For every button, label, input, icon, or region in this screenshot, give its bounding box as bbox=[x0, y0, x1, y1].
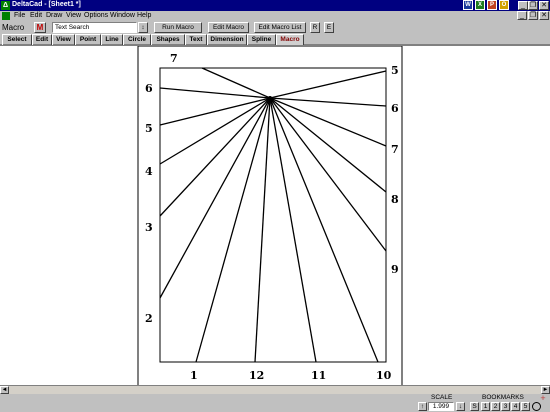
e-button[interactable]: E bbox=[324, 22, 334, 33]
scale-value[interactable]: 1.999 bbox=[428, 402, 454, 411]
status-bar: SCALE ↑ 1.999 ↓ BOOKMARKS S 1 2 3 4 5 + bbox=[0, 394, 550, 412]
bottom-hour-label: 11 bbox=[311, 369, 326, 382]
left-hour-label: 3 bbox=[145, 221, 153, 234]
menu-view[interactable]: View bbox=[66, 12, 81, 19]
macro-dropdown-arrow[interactable]: ↕ bbox=[138, 22, 148, 33]
title-bar[interactable]: Δ DeltaCad - [Sheet1 *] W X P O _ ❐ ✕ bbox=[0, 0, 550, 11]
excel-icon[interactable]: X bbox=[475, 0, 485, 10]
macro-icon[interactable]: M bbox=[34, 22, 46, 33]
tab-dimension[interactable]: Dimension bbox=[207, 34, 247, 45]
bottom-hour-label: 10 bbox=[376, 369, 392, 382]
mdi-restore-button[interactable]: ❐ bbox=[528, 11, 538, 20]
tab-spline[interactable]: Spline bbox=[247, 34, 276, 45]
sundial-drawing: 7 6 5 4 3 2 5 6 7 8 9 1 12 11 10 bbox=[137, 46, 403, 386]
scale-up-button[interactable]: ↑ bbox=[418, 402, 427, 411]
scale-down-button[interactable]: ↓ bbox=[456, 402, 465, 411]
menu-draw[interactable]: Draw bbox=[46, 12, 62, 19]
tab-text[interactable]: Text bbox=[185, 34, 207, 45]
close-button[interactable]: ✕ bbox=[539, 1, 549, 10]
mdi-minimize-button[interactable]: _ bbox=[517, 11, 527, 20]
left-hour-label: 6 bbox=[145, 82, 153, 95]
tab-macro[interactable]: Macro bbox=[276, 34, 304, 45]
window-title: DeltaCad - [Sheet1 *] bbox=[12, 1, 81, 8]
cursor-crosshair-icon: + bbox=[540, 393, 546, 403]
right-hour-label: 9 bbox=[391, 263, 399, 276]
right-hour-label: 8 bbox=[391, 193, 399, 206]
macro-label: Macro bbox=[2, 23, 25, 32]
macro-toolbar: Macro M Text Search ↕ Run Macro Edit Mac… bbox=[0, 21, 550, 34]
left-hour-label: 4 bbox=[145, 165, 153, 178]
macro-select[interactable]: Text Search bbox=[52, 22, 137, 33]
tab-point[interactable]: Point bbox=[75, 34, 101, 45]
scale-label: SCALE bbox=[431, 394, 453, 401]
menu-help[interactable]: Help bbox=[137, 12, 151, 19]
menu-bar: File Edit Draw View Options Window Help … bbox=[0, 11, 550, 21]
word-icon[interactable]: W bbox=[463, 0, 473, 10]
r-button[interactable]: R bbox=[310, 22, 320, 33]
minimize-button[interactable]: _ bbox=[518, 1, 528, 10]
hour-label-top: 7 bbox=[170, 52, 178, 65]
tab-line[interactable]: Line bbox=[101, 34, 123, 45]
deltacad-logo-icon: Δ bbox=[1, 1, 10, 10]
document-icon bbox=[2, 12, 10, 20]
left-hour-label: 2 bbox=[145, 312, 153, 325]
bottom-hour-label: 1 bbox=[190, 369, 198, 382]
tab-select[interactable]: Select bbox=[2, 34, 32, 45]
edit-macro-list-button[interactable]: Edit Macro List bbox=[254, 22, 306, 33]
tab-shapes[interactable]: Shapes bbox=[151, 34, 185, 45]
edit-macro-button[interactable]: Edit Macro bbox=[208, 22, 249, 33]
menu-window[interactable]: Window bbox=[110, 12, 135, 19]
bottom-hour-label: 12 bbox=[249, 369, 264, 382]
horizontal-scrollbar[interactable]: ◄ ► bbox=[0, 385, 550, 394]
bookmark-3-button[interactable]: 3 bbox=[501, 402, 510, 411]
gnomon-center bbox=[268, 96, 272, 100]
powerpoint-icon[interactable]: P bbox=[487, 0, 497, 10]
bookmark-2-button[interactable]: 2 bbox=[491, 402, 500, 411]
office-icon[interactable]: O bbox=[499, 0, 509, 10]
tab-row: Select Edit View Point Line Circle Shape… bbox=[0, 34, 550, 45]
left-hour-label: 5 bbox=[145, 122, 153, 135]
menu-file[interactable]: File bbox=[14, 12, 25, 19]
bookmark-1-button[interactable]: 1 bbox=[481, 402, 490, 411]
mdi-close-button[interactable]: ✕ bbox=[539, 11, 549, 20]
right-hour-label: 5 bbox=[391, 64, 399, 77]
bookmark-set-button[interactable]: S bbox=[470, 402, 479, 411]
scroll-left-arrow-icon[interactable]: ◄ bbox=[0, 386, 9, 394]
run-macro-button[interactable]: Run Macro bbox=[154, 22, 202, 33]
bookmark-4-button[interactable]: 4 bbox=[511, 402, 520, 411]
tab-edit[interactable]: Edit bbox=[32, 34, 52, 45]
bookmarks-label: BOOKMARKS bbox=[482, 394, 524, 401]
restore-button[interactable]: ❐ bbox=[528, 1, 538, 10]
tab-view[interactable]: View bbox=[52, 34, 75, 45]
bookmark-5-button[interactable]: 5 bbox=[521, 402, 530, 411]
menu-edit[interactable]: Edit bbox=[30, 12, 42, 19]
drawing-canvas[interactable]: 7 6 5 4 3 2 5 6 7 8 9 1 12 11 10 bbox=[0, 45, 550, 386]
menu-options[interactable]: Options bbox=[84, 12, 108, 19]
tab-circle[interactable]: Circle bbox=[123, 34, 151, 45]
right-hour-label: 7 bbox=[391, 143, 399, 156]
right-hour-label: 6 bbox=[391, 102, 399, 115]
